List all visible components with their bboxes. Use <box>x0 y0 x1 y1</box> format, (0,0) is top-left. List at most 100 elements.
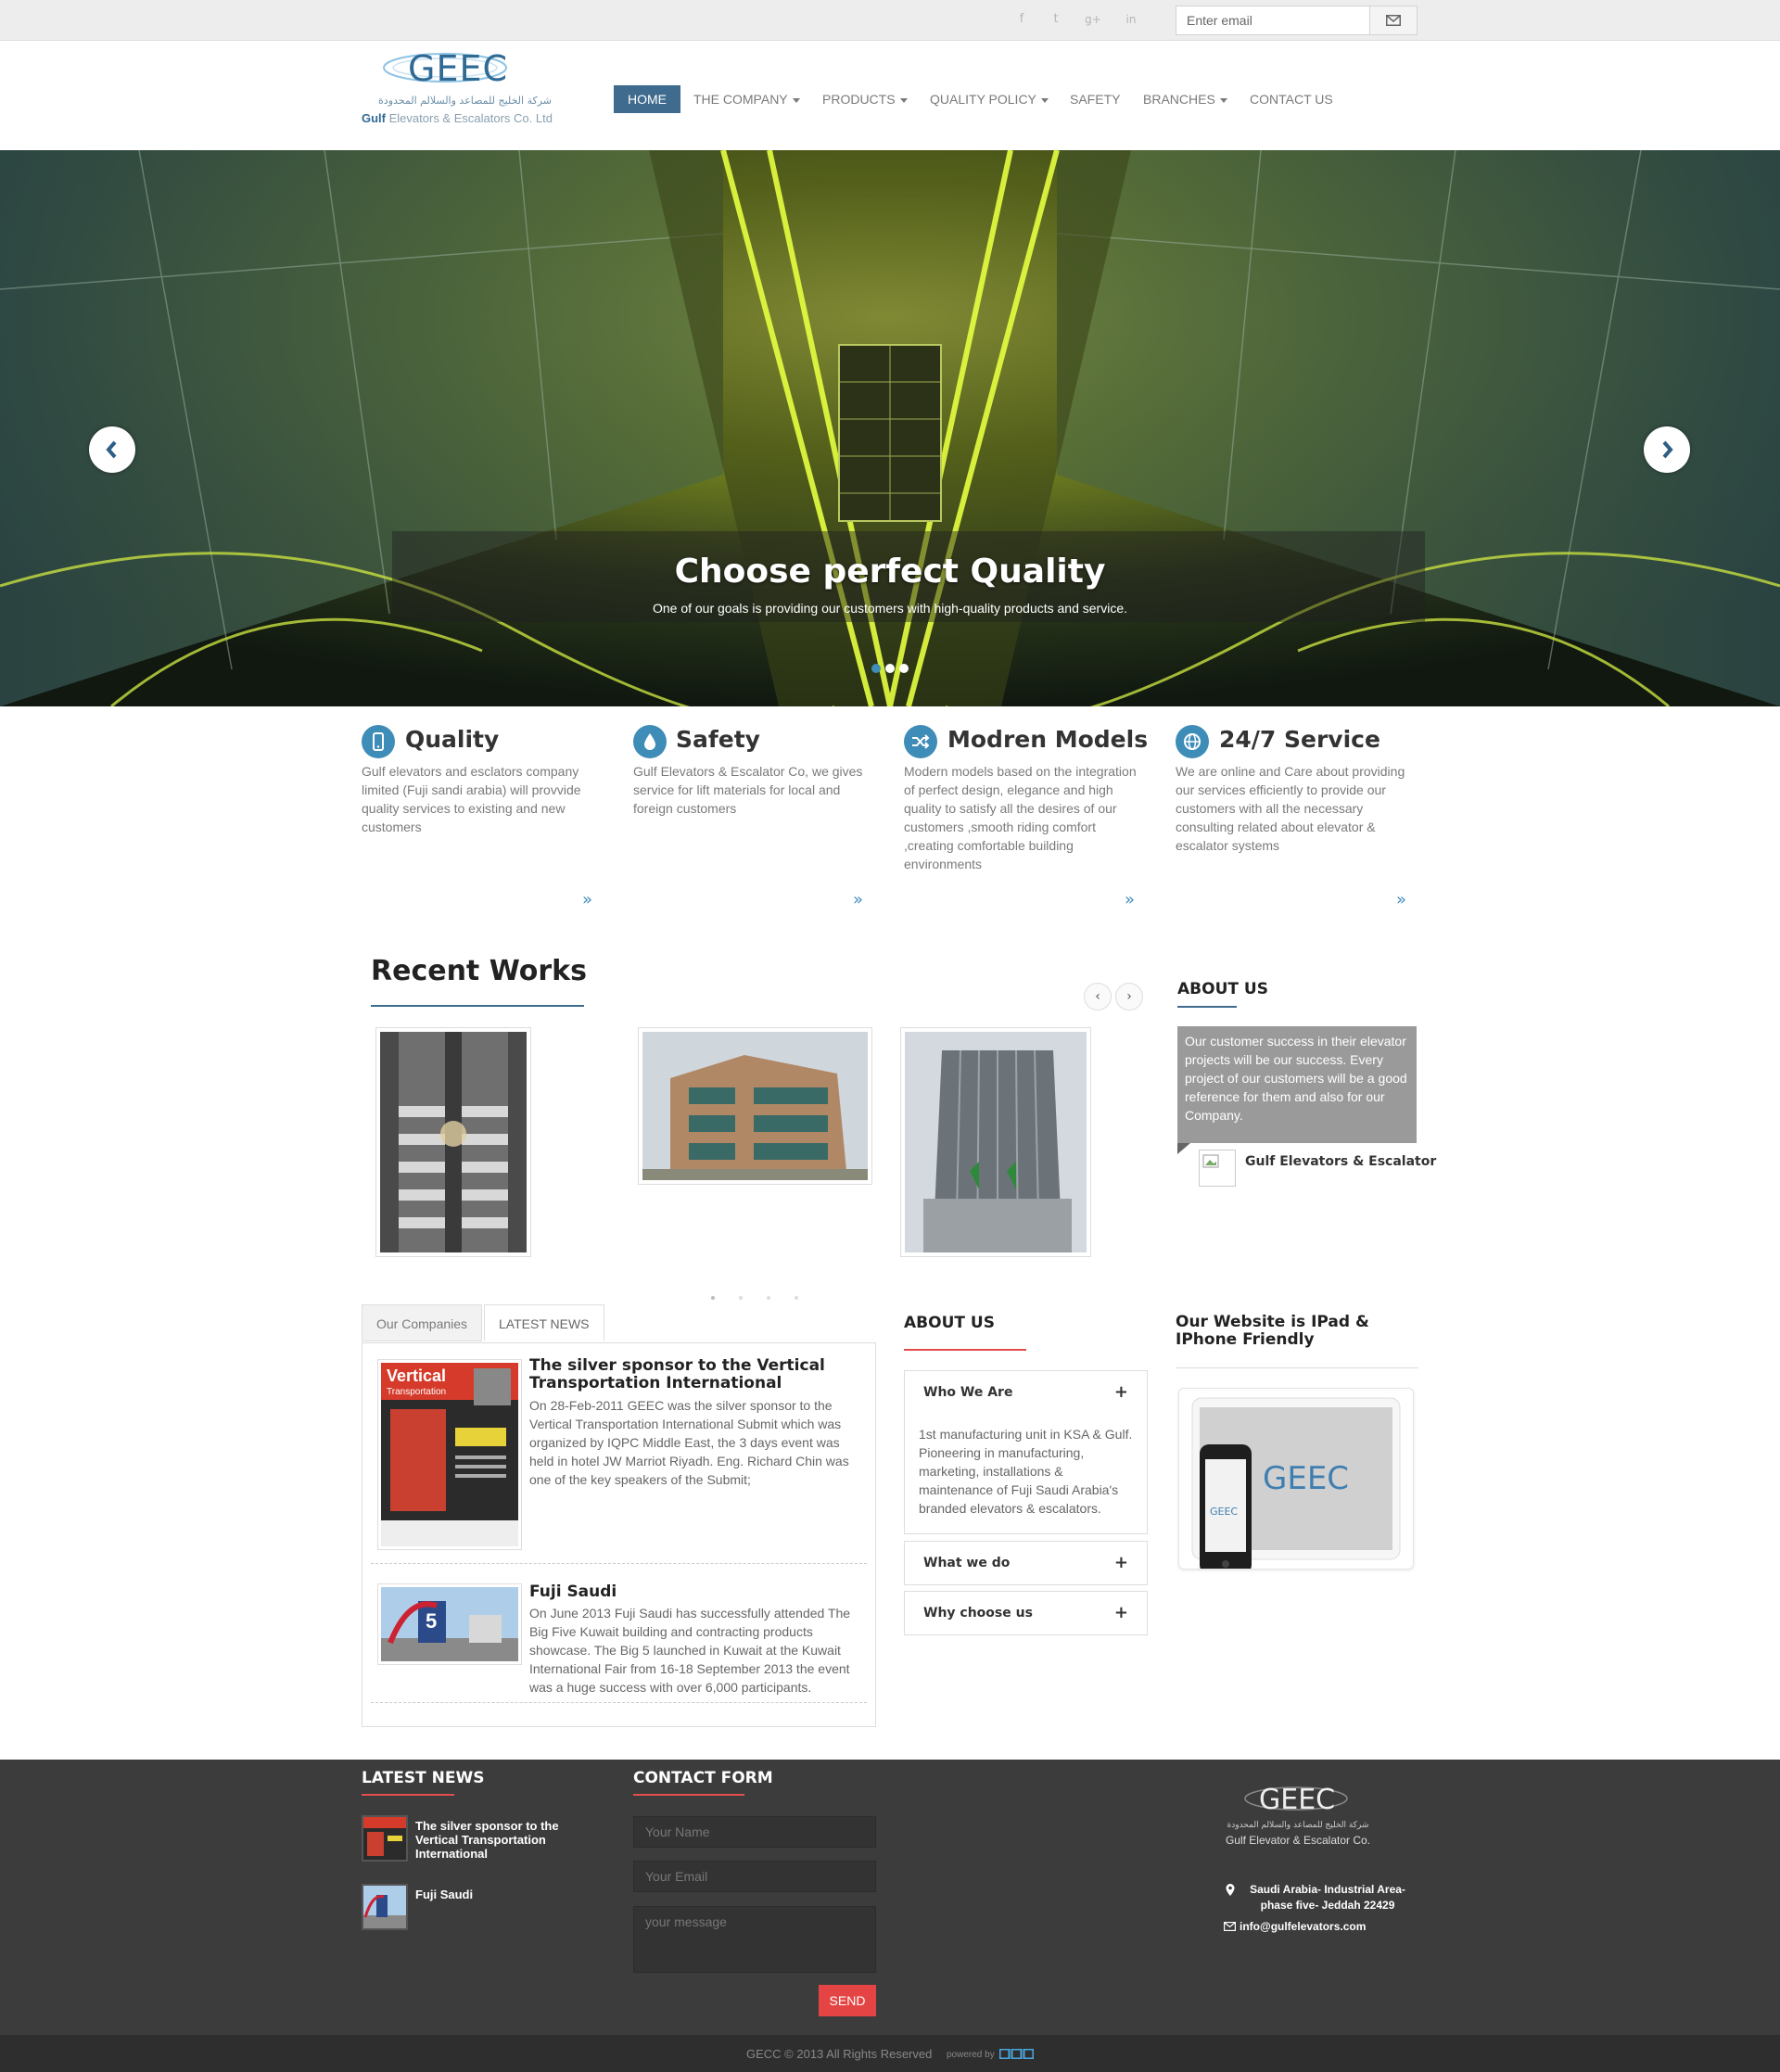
nav-branches-label: BRANCHES <box>1143 92 1215 107</box>
globe-icon <box>1176 725 1209 758</box>
nav-the-company[interactable]: THE COMPANY <box>686 85 807 113</box>
feature-text-quality: Gulf elevators and esclators company lim… <box>362 764 581 834</box>
chevron-left-icon <box>106 440 117 459</box>
recent-works-page-dot[interactable] <box>739 1296 743 1300</box>
accordion-label-what-we-do: What we do <box>923 1556 1011 1570</box>
footer-news-thumbnail[interactable] <box>362 1815 408 1862</box>
feature-more-24-7-service-icon[interactable]: » <box>1396 890 1406 909</box>
copyright-text: GECC © 2013 All Rights Reserved <box>746 2047 933 2061</box>
site-footer <box>0 1760 1780 2035</box>
caret-down-icon <box>899 97 908 103</box>
newsletter-submit-button[interactable] <box>1369 6 1418 35</box>
accordion-panel-what-we-do: What we do + <box>904 1541 1148 1585</box>
powered-by-text: powered by <box>947 2050 995 2060</box>
footer-contact-form-underline <box>633 1794 744 1796</box>
hero-prev-button[interactable] <box>89 426 135 473</box>
nav-contact-us[interactable]: CONTACT US <box>1242 85 1341 113</box>
recent-works-page-dot[interactable] <box>711 1296 715 1300</box>
hero-caption-text: One of our goals is providing our custom… <box>652 601 1128 616</box>
nav-the-company-label: THE COMPANY <box>693 92 788 107</box>
facebook-icon[interactable]: f <box>1012 10 1031 29</box>
hero-caption-title: Choose perfect Quality <box>674 553 1106 591</box>
footer-email-input[interactable] <box>633 1861 876 1892</box>
hero-next-button[interactable] <box>1644 426 1690 473</box>
accordion-label-who-we-are: Who We Are <box>923 1385 1013 1400</box>
accordion-panel-why-choose-us: Why choose us + <box>904 1591 1148 1635</box>
feature-more-safety-icon[interactable]: » <box>853 890 863 909</box>
footer-email-link[interactable]: info@gulfelevators.com <box>1240 1919 1366 1935</box>
footer-logo-english: Gulf Elevator & Escalator Co. <box>1225 1834 1371 1847</box>
news-title-1[interactable]: The silver sponsor to the Vertical Trans… <box>529 1357 845 1392</box>
hero-dot-2[interactable] <box>885 664 895 673</box>
tab-our-companies[interactable]: Our Companies <box>362 1304 483 1341</box>
testimonial-avatar <box>1199 1150 1236 1187</box>
news-divider <box>371 1702 867 1703</box>
news-text-1: On 28-Feb-2011 GEEC was the silver spons… <box>529 1398 849 1487</box>
logo-english-prefix: Gulf <box>362 111 386 125</box>
news-divider <box>371 1563 867 1564</box>
news-thumbnail[interactable]: Vertical Transportation <box>377 1359 522 1550</box>
recent-works-page-dot[interactable] <box>767 1296 770 1300</box>
plus-icon[interactable]: + <box>1114 1542 1128 1584</box>
accordion-panel-who-we-are: Who We Are + 1st manufacturing unit in K… <box>904 1370 1148 1534</box>
phone-icon <box>362 725 395 758</box>
about-us-sidebar-underline <box>1177 1006 1237 1008</box>
google-plus-icon[interactable]: g+ <box>1084 10 1102 29</box>
recent-work-hotel-image <box>905 1032 1087 1253</box>
news-title-2[interactable]: Fuji Saudi <box>529 1583 617 1601</box>
recent-work-item[interactable] <box>638 1027 872 1185</box>
chevron-right-icon <box>1662 440 1673 459</box>
footer-name-input[interactable] <box>633 1816 876 1848</box>
footer-news-thumbnail[interactable] <box>362 1884 408 1930</box>
nav-home[interactable]: HOME <box>614 85 680 113</box>
footer-latest-news-underline <box>362 1794 454 1796</box>
feature-more-quality-icon[interactable]: » <box>582 890 592 909</box>
nav-products-label: PRODUCTS <box>822 92 896 107</box>
big-five-exhibition-image: 5 <box>381 1587 518 1661</box>
footer-address: Saudi Arabia- Industrial Area- phase fiv… <box>1250 1883 1405 1912</box>
news-thumbnail[interactable]: 5 <box>377 1583 522 1665</box>
poster-subtitle-text: Transportation <box>387 1387 446 1397</box>
nav-products[interactable]: PRODUCTS <box>815 85 915 113</box>
recent-works-page-dot[interactable] <box>795 1296 798 1300</box>
mobile-friendly-title: Our Website is IPad & IPhone Friendly <box>1176 1313 1369 1349</box>
feature-more-modren-models-icon[interactable]: » <box>1125 890 1135 909</box>
hero-dot-3[interactable] <box>899 664 909 673</box>
nav-quality-policy[interactable]: QUALITY POLICY <box>922 85 1056 113</box>
hero-dot-1[interactable] <box>871 664 881 673</box>
accordion-header-what-we-do[interactable]: What we do + <box>905 1542 1147 1584</box>
about-us-accordion-title: ABOUT US <box>904 1314 995 1332</box>
logo-text: GEEC <box>408 48 508 89</box>
powered-by-logo[interactable] <box>999 2049 1034 2059</box>
accordion-header-why-choose-us[interactable]: Why choose us + <box>905 1592 1147 1634</box>
footer-send-button[interactable]: SEND <box>819 1985 876 2016</box>
footer-logo: GEEC شركة الخليج للمصاعد والسلالم المحدو… <box>1224 1782 1372 1856</box>
feature-title-quality: Quality <box>405 726 500 753</box>
recent-works-underline <box>371 1005 584 1007</box>
plus-icon[interactable]: + <box>1114 1592 1128 1634</box>
footer-message-input[interactable] <box>633 1906 876 1973</box>
nav-safety[interactable]: SAFETY <box>1062 85 1127 113</box>
caret-down-icon <box>1040 97 1049 103</box>
site-logo[interactable]: GEEC شركة الخليج للمصاعد والسلالم المحدو… <box>360 46 554 132</box>
caret-down-icon <box>1219 97 1227 103</box>
accordion-header-who-we-are[interactable]: Who We Are + <box>905 1371 1147 1414</box>
footer-news-title-2[interactable]: Fuji Saudi <box>415 1888 473 1901</box>
plus-icon[interactable]: + <box>1114 1371 1128 1414</box>
testimonial-pointer <box>1177 1143 1190 1154</box>
tab-latest-news[interactable]: LATEST NEWS <box>484 1304 604 1341</box>
recent-works-prev-button[interactable]: ‹ <box>1084 983 1112 1011</box>
recent-work-item[interactable] <box>375 1027 531 1257</box>
recent-work-item[interactable] <box>900 1027 1091 1257</box>
twitter-icon[interactable]: t <box>1047 10 1065 29</box>
caret-down-icon <box>792 97 800 103</box>
hero-slider <box>0 150 1780 706</box>
accordion-body-who-we-are: 1st manufacturing unit in KSA & Gulf. Pi… <box>919 1427 1133 1516</box>
shuffle-icon <box>904 725 937 758</box>
footer-news-title-1[interactable]: The silver sponsor to the Vertical Trans… <box>415 1819 582 1861</box>
newsletter-email-input[interactable] <box>1176 6 1370 35</box>
linkedin-icon[interactable]: in <box>1122 10 1140 29</box>
news-text-2: On June 2013 Fuji Saudi has successfully… <box>529 1604 861 1697</box>
recent-works-next-button[interactable]: › <box>1115 983 1143 1011</box>
nav-branches[interactable]: BRANCHES <box>1136 85 1235 113</box>
